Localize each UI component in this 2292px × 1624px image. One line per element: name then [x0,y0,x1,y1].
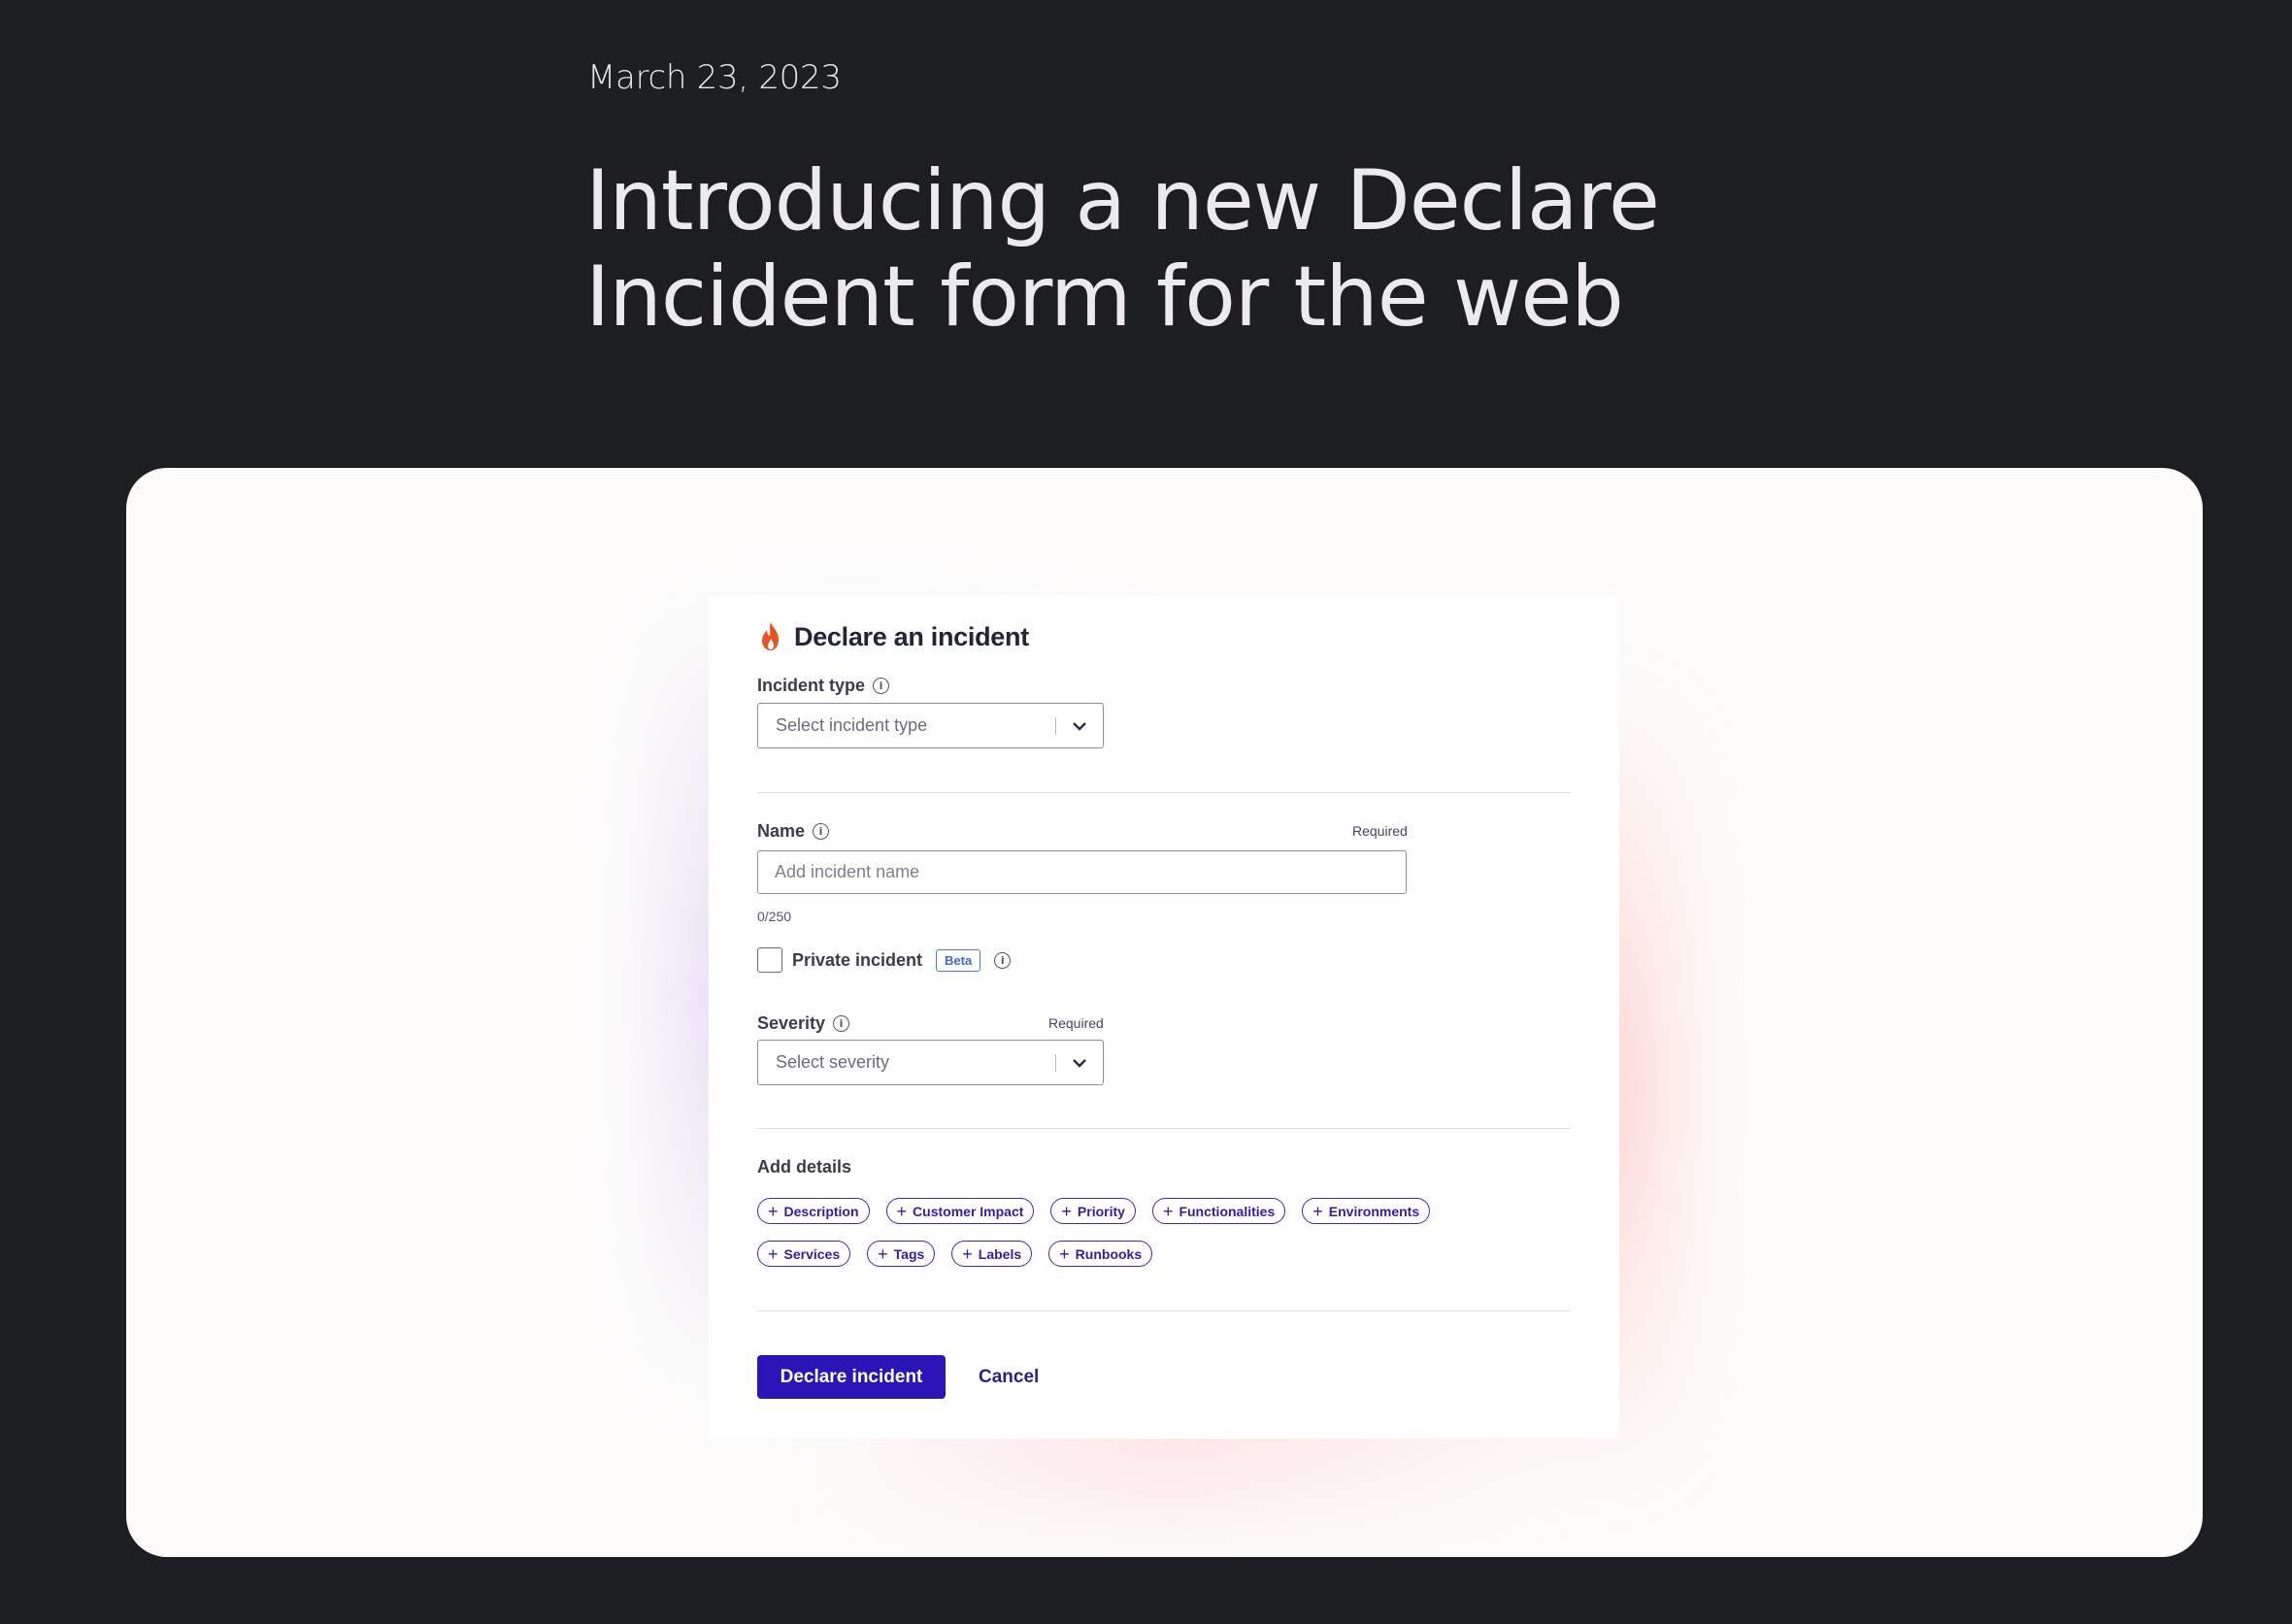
add-details-title: Add details [757,1157,852,1177]
name-label-text: Name [757,821,806,841]
info-icon[interactable]: i [873,678,890,694]
divider [757,1310,1571,1311]
incident-name-input[interactable] [757,850,1407,894]
hero-card: Declare an incident Incident type i Sele… [126,468,2203,1557]
modal-header: Declare an incident [757,621,1029,652]
plus-icon: + [896,1201,908,1221]
divider [757,792,1571,793]
add-runbooks-chip[interactable]: + Runbooks [1048,1241,1153,1267]
plus-icon: + [1312,1201,1323,1221]
add-description-chip[interactable]: + Description [757,1198,870,1224]
add-priority-chip[interactable]: + Priority [1050,1198,1136,1224]
incident-type-select-value: Select incident type [776,715,928,735]
plus-icon: + [1061,1201,1072,1221]
add-labels-chip[interactable]: + Labels [951,1241,1033,1267]
severity-label-text: Severity [757,1013,826,1033]
chip-label: Functionalities [1179,1203,1276,1219]
cancel-button[interactable]: Cancel [961,1355,1056,1399]
beta-badge: Beta [936,948,981,972]
detail-chips-row-1: + Description + Customer Impact + Priority … [757,1198,1431,1224]
post-date: March 23, 2023 [587,58,842,97]
add-functionalities-chip[interactable]: + Functionalities [1151,1198,1286,1224]
add-tags-chip[interactable]: + Tags [867,1241,936,1267]
chip-label: Customer Impact [913,1203,1024,1219]
incident-type-select[interactable]: Select incident type [757,703,1104,748]
plus-icon: + [1059,1243,1070,1264]
chip-label: Tags [893,1245,925,1262]
info-icon[interactable]: i [813,823,830,840]
chip-label: Environments [1328,1203,1420,1219]
plus-icon: + [878,1243,888,1264]
plus-icon: + [962,1243,973,1264]
name-label: Name i [757,821,830,842]
private-incident-label: Private incident [792,949,923,970]
fire-icon [757,621,784,652]
add-customer-impact-chip[interactable]: + Customer Impact [885,1198,1035,1224]
declare-incident-modal: Declare an incident Incident type i Sele… [709,596,1619,1439]
post-title-line-2: Incident form for the web [585,249,1624,346]
severity-label: Severity i [757,1013,850,1034]
severity-select[interactable]: Select severity [757,1040,1104,1085]
plus-icon: + [1162,1201,1174,1221]
private-incident-row: Private incident Beta i [757,947,1012,973]
info-icon[interactable]: i [994,951,1012,969]
severity-required-text: Required [1048,1015,1104,1031]
plus-icon: + [768,1201,779,1221]
chip-label: Description [783,1203,859,1219]
private-incident-checkbox[interactable] [757,947,782,973]
divider [757,1128,1571,1129]
post-title: Introducing a new Declare Incident form … [585,153,1750,346]
declare-incident-button[interactable]: Declare incident [757,1355,946,1399]
chip-label: Services [783,1245,841,1262]
add-services-chip[interactable]: + Services [757,1241,851,1267]
incident-type-label: Incident type i [757,676,890,696]
post-title-line-1: Introducing a new Declare [585,152,1660,249]
plus-icon: + [768,1243,779,1264]
incident-type-label-text: Incident type [757,676,866,695]
chevron-down-icon[interactable] [1056,1058,1103,1068]
name-required-text: Required [1352,823,1408,839]
info-icon[interactable]: i [833,1015,850,1032]
chip-label: Runbooks [1075,1245,1143,1262]
add-environments-chip[interactable]: + Environments [1302,1198,1431,1224]
detail-chips-row-2: + Services + Tags + Labels + Runbooks [757,1241,1153,1267]
chip-label: Labels [978,1245,1022,1262]
severity-select-value: Select severity [776,1052,890,1072]
chip-label: Priority [1077,1203,1125,1219]
chevron-down-icon[interactable] [1056,721,1103,731]
modal-title: Declare an incident [794,621,1029,651]
name-char-count: 0/250 [757,909,792,924]
